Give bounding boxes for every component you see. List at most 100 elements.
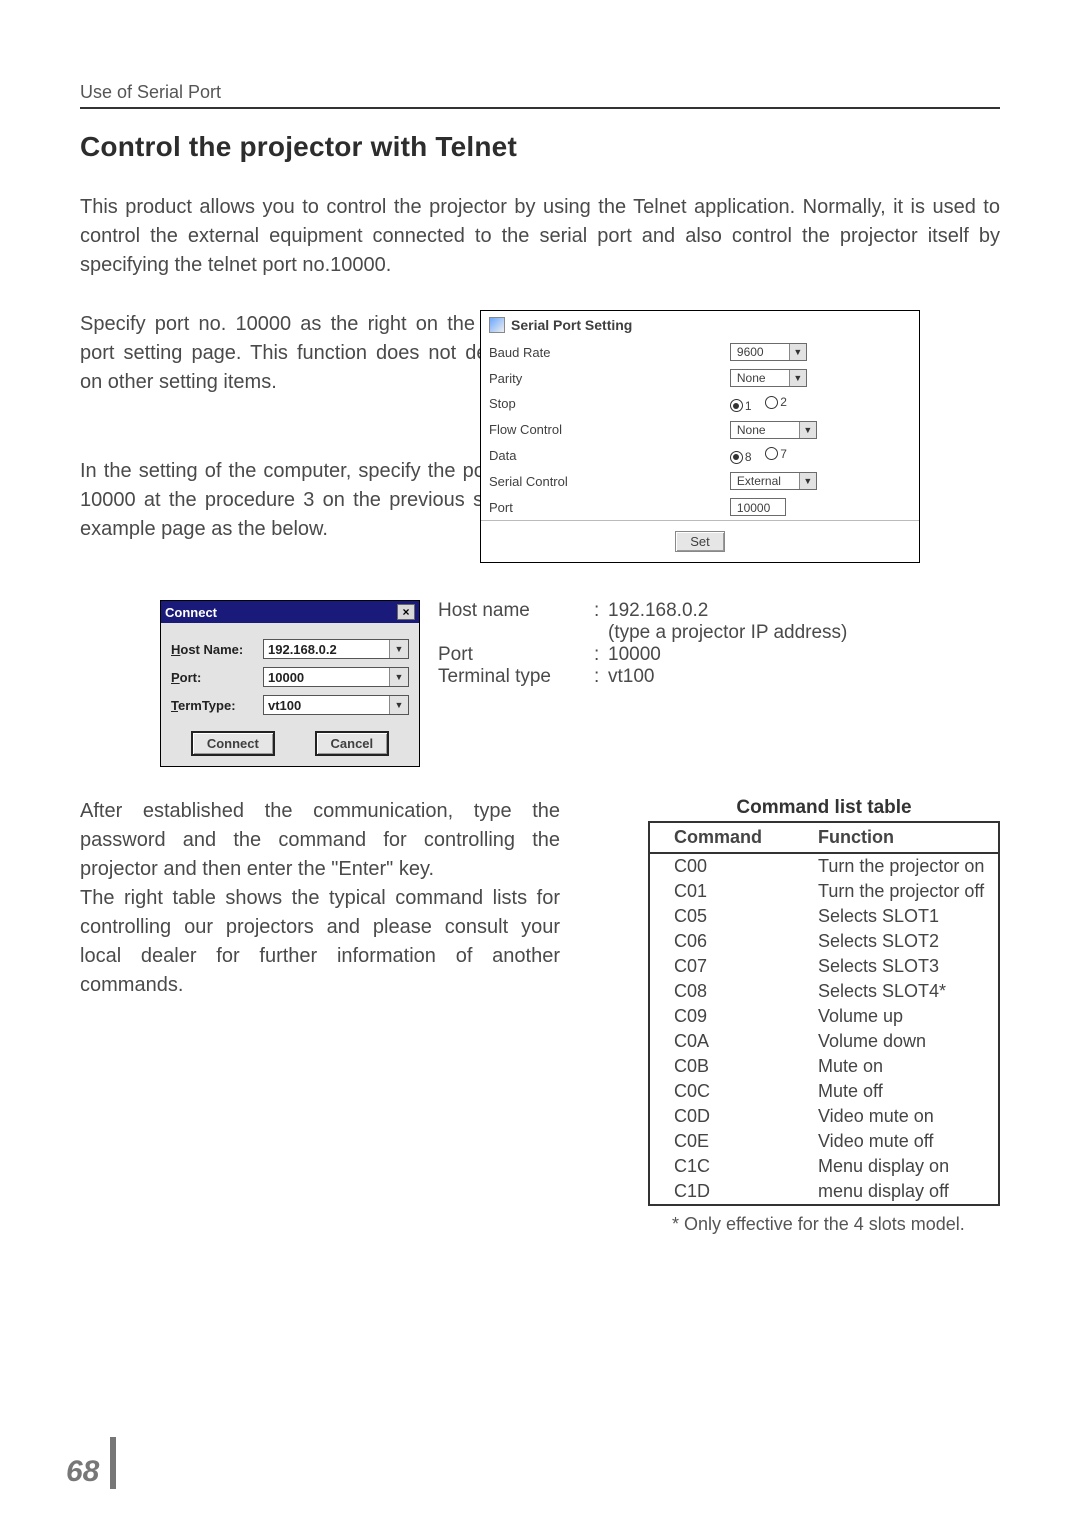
data-label: Data <box>481 443 722 469</box>
connect-button[interactable]: Connect <box>191 731 275 756</box>
command-cell: C07 <box>649 954 806 979</box>
table-row: C06Selects SLOT2 <box>649 929 999 954</box>
parity-label: Parity <box>481 365 722 391</box>
chevron-down-icon: ▼ <box>389 640 408 658</box>
host-name-value: 192.168.0.2 <box>264 642 389 657</box>
host-name-key: Host name <box>438 600 594 622</box>
port-val: 10000 <box>608 644 661 666</box>
close-icon[interactable]: × <box>397 604 415 620</box>
table-row: C0BMute on <box>649 1054 999 1079</box>
function-cell: Volume up <box>806 1004 999 1029</box>
table-row: C0AVolume down <box>649 1029 999 1054</box>
baud-rate-label: Baud Rate <box>481 339 722 365</box>
terminal-type-key: Terminal type <box>438 666 594 688</box>
table-row: C1Dmenu display off <box>649 1179 999 1205</box>
baud-rate-value: 9600 <box>731 345 789 359</box>
serial-control-dropdown[interactable]: External ▼ <box>730 472 817 490</box>
termtype-label: TermType: <box>171 698 257 713</box>
command-cell: C0B <box>649 1054 806 1079</box>
data-radio-7[interactable]: 7 <box>765 447 787 461</box>
connect-dialog: Connect × Host Name: 192.168.0.2 ▼ Port:… <box>160 600 420 767</box>
port-input-dlg[interactable]: 10000 ▼ <box>263 667 409 687</box>
flow-control-value: None <box>731 423 799 437</box>
termtype-value: vt100 <box>264 698 389 713</box>
data-radio-7-label: 7 <box>780 447 787 461</box>
baud-rate-dropdown[interactable]: 9600 ▼ <box>730 343 807 361</box>
command-cell: C00 <box>649 853 806 879</box>
stop-radio-1[interactable]: 1 <box>730 399 752 413</box>
port-label: Port <box>481 494 722 520</box>
port-value-dlg: 10000 <box>264 670 389 685</box>
function-cell: menu display off <box>806 1179 999 1205</box>
table-row: C1CMenu display on <box>649 1154 999 1179</box>
function-cell: Mute on <box>806 1054 999 1079</box>
page-header: Use of Serial Port <box>80 82 1000 109</box>
command-table-footnote: * Only effective for the 4 slots model. <box>648 1214 1000 1235</box>
connection-summary: Host name : 192.168.0.2 (type a projecto… <box>438 600 847 688</box>
paragraph-after-comm: After established the communication, typ… <box>80 797 560 884</box>
parity-value: None <box>731 371 789 385</box>
function-cell: Selects SLOT4* <box>806 979 999 1004</box>
command-cell: C0C <box>649 1079 806 1104</box>
stop-radio-1-label: 1 <box>745 399 752 413</box>
chevron-down-icon: ▼ <box>799 473 816 489</box>
function-cell: Selects SLOT1 <box>806 904 999 929</box>
command-table-header-command: Command <box>649 822 806 853</box>
host-name-note: (type a projector IP address) <box>608 622 847 644</box>
data-radio-8-label: 8 <box>745 450 752 464</box>
function-cell: Selects SLOT3 <box>806 954 999 979</box>
section-title: Control the projector with Telnet <box>80 131 1000 163</box>
command-cell: C06 <box>649 929 806 954</box>
function-cell: Turn the projector on <box>806 853 999 879</box>
command-table-caption: Command list table <box>648 797 1000 819</box>
command-cell: C0E <box>649 1129 806 1154</box>
paragraph-command-list-info: The right table shows the typical comman… <box>80 884 560 1000</box>
function-cell: Video mute off <box>806 1129 999 1154</box>
page-number-bar <box>110 1437 116 1489</box>
command-cell: C1D <box>649 1179 806 1205</box>
table-row: C01Turn the projector off <box>649 879 999 904</box>
window-icon <box>489 317 505 333</box>
command-table-header-function: Function <box>806 822 999 853</box>
port-label-dlg: Port: <box>171 670 257 685</box>
table-row: C09Volume up <box>649 1004 999 1029</box>
chevron-down-icon: ▼ <box>799 422 816 438</box>
command-cell: C08 <box>649 979 806 1004</box>
host-name-val: 192.168.0.2 <box>608 600 708 622</box>
serial-port-setting-panel: Serial Port Setting Baud Rate 9600 ▼ Par… <box>480 310 920 563</box>
parity-dropdown[interactable]: None ▼ <box>730 369 807 387</box>
chevron-down-icon: ▼ <box>389 668 408 686</box>
cancel-button[interactable]: Cancel <box>315 731 390 756</box>
command-cell: C1C <box>649 1154 806 1179</box>
paragraph-specify-port: Specify port no. 10000 as the right on t… <box>80 310 532 397</box>
flow-control-label: Flow Control <box>481 417 722 443</box>
data-radio-8[interactable]: 8 <box>730 450 752 464</box>
port-input[interactable]: 10000 <box>730 498 786 516</box>
connect-dialog-title: Connect <box>165 605 217 620</box>
table-row: C08Selects SLOT4* <box>649 979 999 1004</box>
table-row: C0DVideo mute on <box>649 1104 999 1129</box>
panel-title: Serial Port Setting <box>511 317 632 333</box>
flow-control-dropdown[interactable]: None ▼ <box>730 421 817 439</box>
function-cell: Mute off <box>806 1079 999 1104</box>
stop-radio-2[interactable]: 2 <box>765 395 787 409</box>
table-row: C00Turn the projector on <box>649 853 999 879</box>
terminal-type-val: vt100 <box>608 666 654 688</box>
chevron-down-icon: ▼ <box>789 344 806 360</box>
chevron-down-icon: ▼ <box>389 696 408 714</box>
command-cell: C0D <box>649 1104 806 1129</box>
paragraph-computer-setting: In the setting of the computer, specify … <box>80 457 532 544</box>
chevron-down-icon: ▼ <box>789 370 806 386</box>
command-cell: C01 <box>649 879 806 904</box>
termtype-input[interactable]: vt100 ▼ <box>263 695 409 715</box>
intro-paragraph: This product allows you to control the p… <box>80 193 1000 280</box>
function-cell: Volume down <box>806 1029 999 1054</box>
port-key: Port <box>438 644 594 666</box>
set-button[interactable]: Set <box>675 531 725 552</box>
stop-radio-2-label: 2 <box>780 395 787 409</box>
table-row: C07Selects SLOT3 <box>649 954 999 979</box>
function-cell: Menu display on <box>806 1154 999 1179</box>
table-row: C0EVideo mute off <box>649 1129 999 1154</box>
page-number: 68 <box>66 1455 99 1489</box>
host-name-input[interactable]: 192.168.0.2 ▼ <box>263 639 409 659</box>
